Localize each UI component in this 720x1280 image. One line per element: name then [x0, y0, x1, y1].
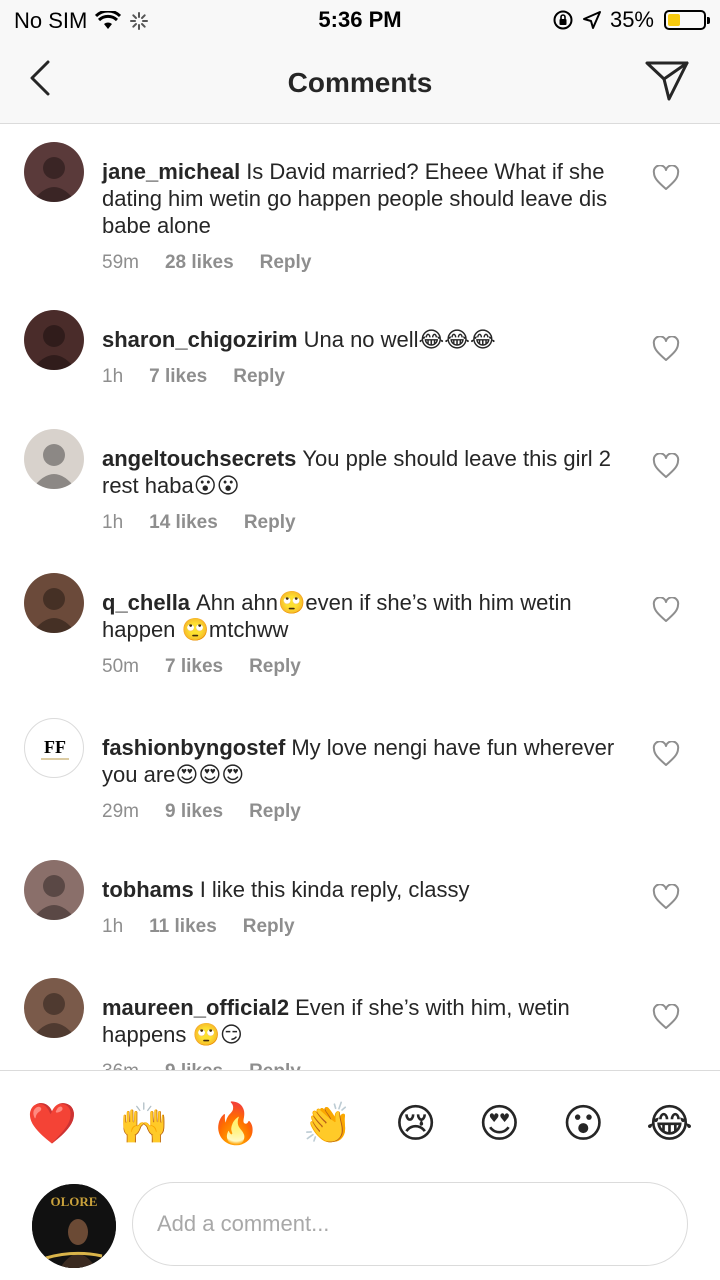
battery-cap	[707, 17, 710, 24]
comment-list[interactable]: jane_micheal Is David married? Eheee What…	[0, 124, 720, 1070]
quick-reaction-bar: ❤️ 🙌 🔥 👏 😢 😍 😮 😂	[0, 1070, 720, 1176]
comment-timestamp: 59m	[102, 252, 139, 273]
comment-body: maureen_official2 Even if she’s with him,…	[102, 994, 622, 1070]
comment-meta: 1h 11 likes Reply	[102, 916, 622, 938]
comment-message: I like this kinda reply, classy	[199, 877, 470, 902]
comment-username[interactable]: q_chella	[102, 590, 190, 615]
comment-timestamp: 1h	[102, 512, 124, 533]
comment-text: maureen_official2 Even if she’s with him,…	[102, 994, 622, 1048]
commenter-avatar[interactable]	[24, 860, 84, 920]
comment-timestamp: 29m	[102, 801, 139, 822]
reply-button[interactable]: Reply	[260, 252, 312, 274]
like-button[interactable]	[652, 164, 680, 193]
reaction-emoji-button[interactable]: 😮	[562, 1100, 604, 1148]
comment-meta: 36m 9 likes Reply	[102, 1061, 622, 1070]
commenter-avatar[interactable]	[24, 573, 84, 633]
commenter-avatar[interactable]	[24, 429, 84, 489]
reaction-emoji-button[interactable]: 👏	[303, 1100, 353, 1148]
location-arrow-icon	[582, 11, 601, 29]
like-button[interactable]	[652, 1003, 680, 1032]
comment-input[interactable]	[132, 1182, 688, 1266]
comment-likes[interactable]: 7 likes	[165, 656, 223, 678]
comment-body: fashionbyngostef My love nengi have fun w…	[102, 734, 622, 823]
like-button[interactable]	[652, 452, 680, 481]
user-avatar[interactable]: OLORE	[32, 1184, 116, 1268]
like-button[interactable]	[652, 740, 680, 769]
comment-meta: 29m 9 likes Reply	[102, 801, 622, 823]
comment-body: jane_micheal Is David married? Eheee What…	[102, 158, 622, 274]
reply-button[interactable]: Reply	[243, 916, 295, 938]
paper-plane-icon	[645, 61, 689, 101]
commenter-avatar[interactable]	[24, 978, 84, 1038]
user-avatar-image: OLORE	[32, 1184, 116, 1268]
status-bar: No SIM 5:36 PM 35%	[0, 0, 720, 40]
comment-username[interactable]: maureen_official2	[102, 995, 289, 1020]
comment-username[interactable]: tobhams	[102, 877, 194, 902]
comment-likes[interactable]: 14 likes	[149, 512, 218, 534]
comment-timestamp: 50m	[102, 656, 139, 677]
orientation-lock-icon	[553, 10, 573, 30]
like-button[interactable]	[652, 883, 680, 912]
reply-button[interactable]: Reply	[249, 656, 301, 678]
heart-outline-icon	[652, 452, 680, 478]
battery-level	[668, 14, 680, 26]
comment-likes[interactable]: 9 likes	[165, 1061, 223, 1070]
comment-text: sharon_chigozirim Una no well😂😂😂	[102, 326, 622, 353]
comment-meta: 59m 28 likes Reply	[102, 252, 622, 274]
heart-outline-icon	[652, 164, 680, 190]
heart-outline-icon	[652, 740, 680, 766]
comment-body: q_chella Ahn ahn🙄even if she’s with him w…	[102, 589, 622, 678]
comment-meta: 1h 7 likes Reply	[102, 366, 622, 388]
comment-body: sharon_chigozirim Una no well😂😂😂 1h 7 likes…	[102, 326, 622, 388]
like-button[interactable]	[652, 335, 680, 364]
reaction-emoji-button[interactable]: 😍	[479, 1100, 521, 1148]
reply-button[interactable]: Reply	[249, 801, 301, 823]
comment-timestamp: 36m	[102, 1061, 139, 1070]
comment-text: q_chella Ahn ahn🙄even if she’s with him w…	[102, 589, 622, 643]
comment-username[interactable]: jane_micheal	[102, 159, 240, 184]
comment-likes[interactable]: 9 likes	[165, 801, 223, 823]
reaction-emoji-button[interactable]: 😢	[395, 1100, 437, 1148]
comment-username[interactable]: fashionbyngostef	[102, 735, 285, 760]
avatar-logo-text: OLORE	[51, 1194, 98, 1209]
heart-outline-icon	[652, 596, 680, 622]
like-button[interactable]	[652, 596, 680, 625]
reaction-emoji-button[interactable]: 😂	[646, 1100, 693, 1148]
reply-button[interactable]: Reply	[249, 1061, 301, 1070]
heart-outline-icon	[652, 883, 680, 909]
battery-percent: 35%	[609, 7, 654, 32]
reaction-emoji-button[interactable]: 🙌	[119, 1100, 169, 1148]
comment-composer: OLORE	[0, 1176, 720, 1280]
heart-outline-icon	[652, 335, 680, 361]
svg-text:FF: FF	[44, 737, 66, 757]
comment-meta: 1h 14 likes Reply	[102, 512, 622, 534]
comment-text: tobhams I like this kinda reply, classy	[102, 876, 622, 903]
commenter-avatar[interactable]: FF	[24, 718, 84, 778]
comment-text: fashionbyngostef My love nengi have fun w…	[102, 734, 622, 788]
comment-username[interactable]: sharon_chigozirim	[102, 327, 298, 352]
reply-button[interactable]: Reply	[244, 512, 296, 534]
comment-likes[interactable]: 28 likes	[165, 252, 234, 274]
comment-text: angeltouchsecrets You pple should leave t…	[102, 445, 622, 499]
comment-body: tobhams I like this kinda reply, classy 1h…	[102, 876, 622, 938]
battery-icon	[664, 10, 710, 30]
comment-text: jane_micheal Is David married? Eheee What…	[102, 158, 622, 239]
comment-timestamp: 1h	[102, 916, 124, 937]
reaction-emoji-button[interactable]: ❤️	[27, 1100, 77, 1148]
page-title: Comments	[287, 67, 433, 98]
commenter-avatar[interactable]	[24, 142, 84, 202]
heart-outline-icon	[652, 1003, 680, 1029]
comment-timestamp: 1h	[102, 366, 124, 387]
comment-body: angeltouchsecrets You pple should leave t…	[102, 445, 622, 534]
comment-message: Una no well😂😂😂	[303, 327, 496, 352]
share-button[interactable]	[642, 56, 692, 106]
reaction-emoji-button[interactable]: 🔥	[211, 1100, 261, 1148]
comment-username[interactable]: angeltouchsecrets	[102, 446, 296, 471]
comment-meta: 50m 7 likes Reply	[102, 656, 622, 678]
comment-likes[interactable]: 11 likes	[149, 916, 217, 938]
commenter-avatar[interactable]	[24, 310, 84, 370]
reply-button[interactable]: Reply	[233, 366, 285, 388]
nav-header: Comments	[0, 40, 720, 124]
comment-likes[interactable]: 7 likes	[149, 366, 207, 388]
